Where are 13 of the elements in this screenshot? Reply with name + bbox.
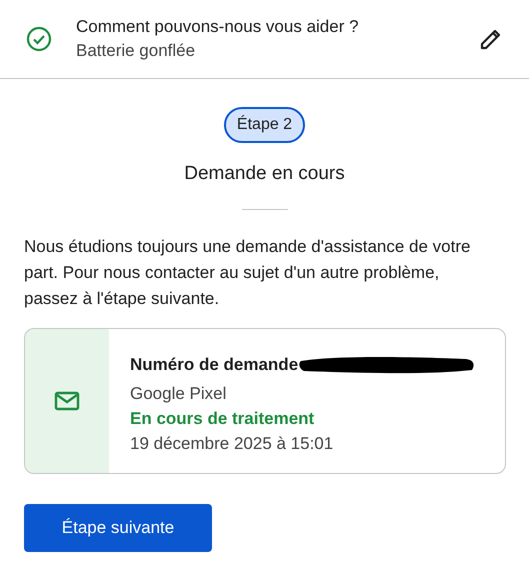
info-message: Nous étudions toujours une demande d'assistance de votre part. Pour nous contacter au sujet d'un autre problème, passez à l'étape suivante. [24,236,472,310]
edit-icon[interactable] [479,27,503,51]
request-card[interactable]: Numéro de demande Google Pixel En cours de traitement 19 décembre 2025 à 15:01 [24,328,506,474]
selected-issue: Batterie gonflée [76,41,196,61]
next-step-button[interactable]: Étape suivante [24,504,212,552]
request-status: En cours de traitement [130,409,316,429]
section-heading: Demande en cours [184,163,345,185]
question-title: Comment pouvons-nous vous aider ? [76,17,360,37]
request-number-label: Numéro de demande [130,355,298,375]
mail-icon [54,390,80,412]
request-date: 19 décembre 2025 à 15:01 [130,434,334,454]
device-name: Google Pixel [130,384,228,404]
step-badge: Étape 2 [224,107,306,143]
